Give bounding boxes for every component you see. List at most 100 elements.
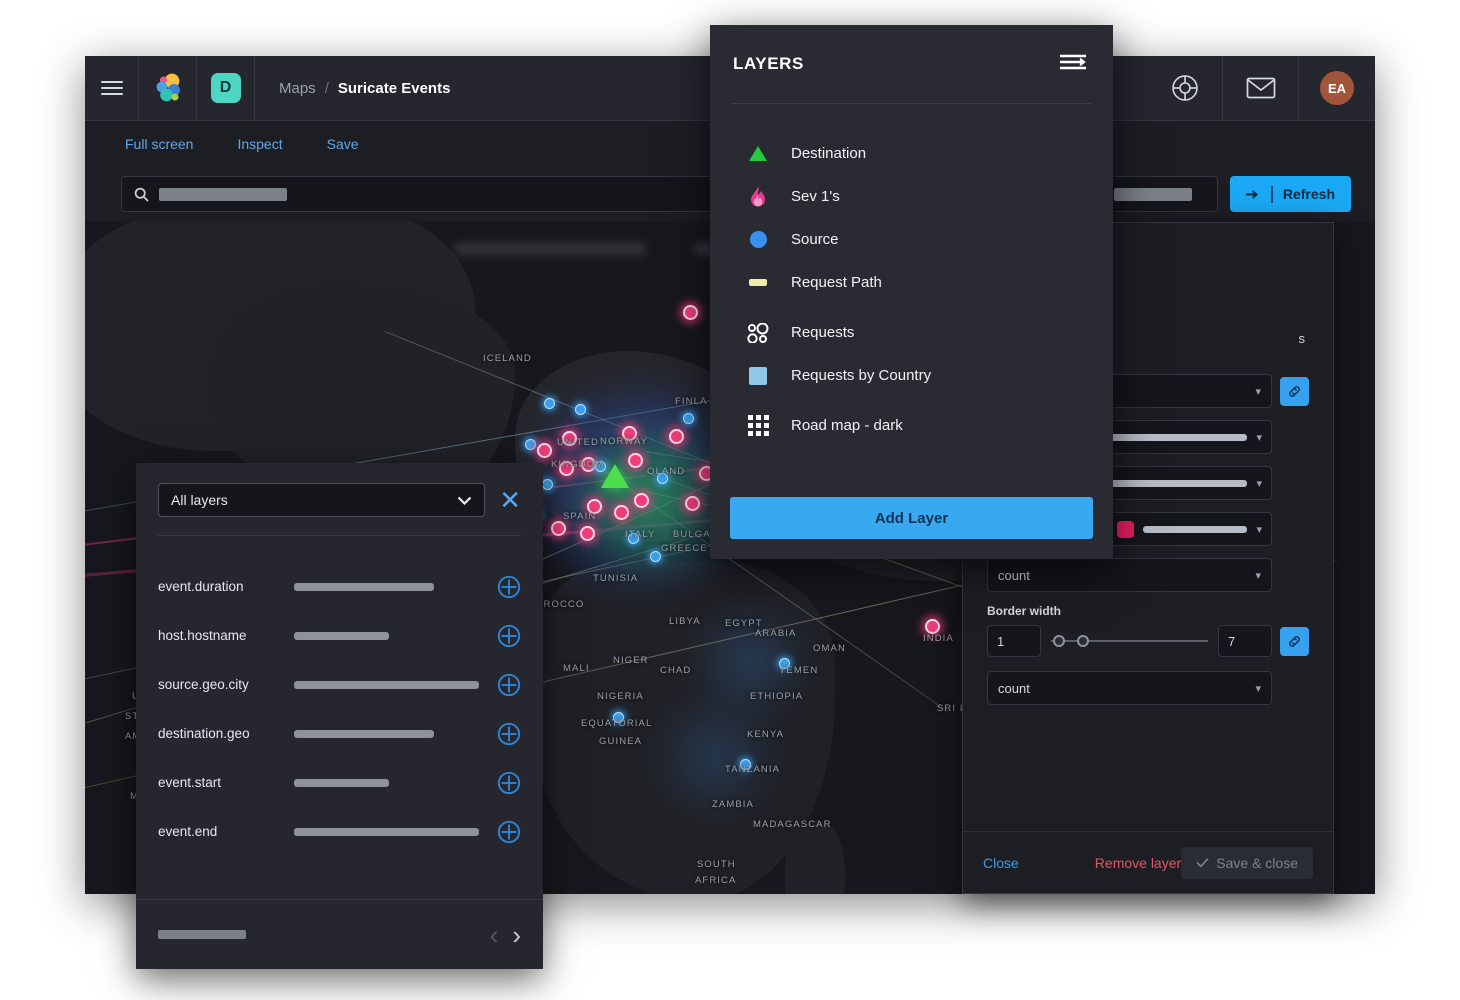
plus-circle-icon[interactable]: [497, 575, 521, 599]
map-label: KENYA: [747, 729, 785, 740]
map-label: NORWAY: [600, 436, 649, 447]
field-list-item[interactable]: event.duration: [158, 562, 521, 611]
slider-knob-max[interactable]: [1077, 635, 1089, 647]
sev1-marker[interactable]: [925, 619, 940, 634]
grid-tiles-icon: [746, 415, 770, 436]
help-button[interactable]: [1147, 56, 1223, 121]
sev1-marker[interactable]: [685, 496, 700, 511]
source-marker[interactable]: [683, 413, 694, 424]
link-ranges-button-2[interactable]: [1280, 626, 1309, 656]
field-list-item[interactable]: host.hostname: [158, 611, 521, 660]
border-width-min-input[interactable]: 1: [987, 625, 1041, 657]
refresh-button[interactable]: Refresh: [1229, 176, 1351, 212]
map-label: ETHIOPIA: [750, 691, 804, 702]
mail-button[interactable]: [1223, 56, 1299, 121]
layer-item-sev-1-s[interactable]: Sev 1's: [710, 175, 1113, 218]
add-layer-button[interactable]: Add Layer: [730, 497, 1093, 539]
layer-style-footer: Close Remove layer Save & close: [963, 831, 1333, 893]
source-marker[interactable]: [542, 479, 553, 490]
sev1-marker[interactable]: [537, 443, 552, 458]
map-label: ICELAND: [483, 353, 532, 364]
style-field-row-count-2: count ▾: [987, 671, 1309, 705]
plus-circle-icon[interactable]: [497, 771, 521, 795]
field-bar: [294, 582, 434, 591]
layer-item-requests-by-country[interactable]: Requests by Country: [710, 354, 1113, 397]
save-link[interactable]: Save: [327, 136, 359, 152]
breadcrumb-parent[interactable]: Maps: [279, 80, 316, 97]
map-label: BULGA: [673, 529, 711, 540]
layer-item-label: Request Path: [791, 274, 882, 291]
chevron-left-icon[interactable]: ‹: [490, 922, 499, 948]
layer-item-destination[interactable]: Destination: [710, 132, 1113, 175]
elastic-logo-button[interactable]: [139, 56, 197, 121]
chevron-down-icon: ▾: [1255, 569, 1261, 582]
map-label: NIGERIA: [597, 691, 644, 702]
map-label: YEMEN: [779, 665, 819, 676]
source-marker[interactable]: [650, 551, 661, 562]
fields-panel-header: All layers ✕: [136, 463, 543, 517]
save-and-close-button[interactable]: Save & close: [1181, 846, 1313, 879]
sev1-marker[interactable]: [683, 305, 698, 320]
hamburger-menu-button[interactable]: [85, 56, 139, 121]
fields-list: event.duration host.hostname source.geo.ci…: [136, 536, 543, 899]
layers-panel-header: LAYERS: [710, 25, 1113, 103]
field-name: event.end: [158, 824, 218, 839]
destination-marker[interactable]: [601, 464, 629, 488]
user-avatar-button[interactable]: EA: [1299, 56, 1375, 121]
close-button[interactable]: Close: [983, 855, 1019, 871]
border-width-slider[interactable]: [1049, 625, 1210, 657]
close-icon[interactable]: ✕: [499, 487, 521, 513]
sev1-marker[interactable]: [614, 505, 629, 520]
plus-circle-icon[interactable]: [497, 722, 521, 746]
plus-circle-icon[interactable]: [497, 673, 521, 697]
source-marker[interactable]: [575, 404, 586, 415]
field-list-item[interactable]: event.start: [158, 758, 521, 807]
sev1-marker[interactable]: [628, 453, 643, 468]
link-chain-icon: [1289, 635, 1300, 647]
link-ranges-button-1[interactable]: [1280, 376, 1309, 406]
layer-filter-select[interactable]: All layers: [158, 483, 486, 517]
plus-circle-icon[interactable]: [497, 624, 521, 648]
layer-item-label: Sev 1's: [791, 188, 840, 205]
field-list-item[interactable]: destination.geo: [158, 709, 521, 758]
source-marker[interactable]: [544, 398, 555, 409]
date-range-picker[interactable]: [1102, 176, 1218, 212]
layer-item-requests[interactable]: Requests: [710, 311, 1113, 354]
map-label: NIGER: [613, 655, 649, 666]
layer-filter-value: All layers: [171, 492, 228, 508]
field-list-item[interactable]: event.end: [158, 807, 521, 856]
layer-item-road-map-dark[interactable]: Road map - dark: [710, 404, 1113, 447]
count-field-select-1[interactable]: count ▾: [987, 558, 1272, 592]
date-value-redacted: [1113, 187, 1192, 201]
field-bar-wrap: [294, 827, 483, 836]
inspect-link[interactable]: Inspect: [237, 136, 282, 152]
refresh-divider: [1270, 185, 1273, 203]
chevron-right-icon[interactable]: ›: [512, 922, 521, 948]
space-avatar-button[interactable]: D: [197, 56, 255, 121]
source-marker[interactable]: [525, 439, 536, 450]
sev1-marker[interactable]: [580, 526, 595, 541]
sev1-marker[interactable]: [551, 521, 566, 536]
chevron-down-icon: ▾: [1256, 431, 1262, 444]
field-list-item[interactable]: source.geo.city: [158, 660, 521, 709]
slider-knob-min[interactable]: [1053, 635, 1065, 647]
collapse-right-icon[interactable]: [1059, 52, 1089, 77]
field-name: event.duration: [158, 579, 244, 594]
sev1-marker[interactable]: [669, 429, 684, 444]
layer-item-request-path[interactable]: Request Path: [710, 261, 1113, 304]
count-field-select-2[interactable]: count ▾: [987, 671, 1272, 705]
border-width-max-input[interactable]: 7: [1218, 625, 1272, 657]
map-label: SPAIN: [563, 511, 597, 522]
highlight-color-select[interactable]: ▾: [1107, 512, 1272, 546]
refresh-label: Refresh: [1282, 186, 1335, 202]
field-name: destination.geo: [158, 726, 250, 741]
map-label: TANZANIA: [725, 764, 781, 775]
sev1-marker[interactable]: [634, 493, 649, 508]
full-screen-link[interactable]: Full screen: [125, 136, 193, 152]
plus-circle-icon[interactable]: [497, 820, 521, 844]
layer-item-source[interactable]: Source: [710, 218, 1113, 261]
map-label: FINLA: [675, 396, 708, 407]
map-label: TUNISIA: [593, 573, 639, 584]
search-value-redacted: [159, 187, 287, 201]
remove-layer-button[interactable]: Remove layer: [1095, 855, 1181, 871]
